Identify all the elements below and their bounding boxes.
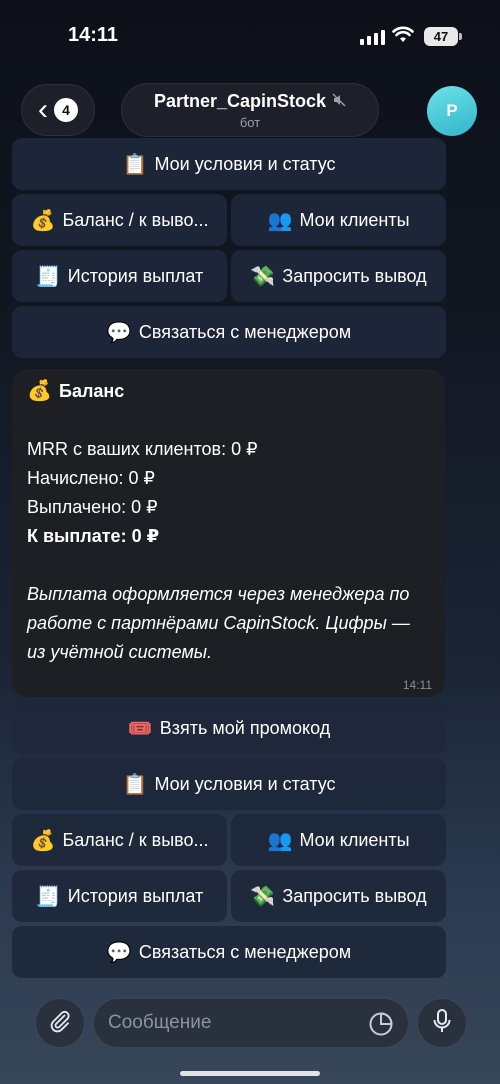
- inline-keyboard-top: 📋 Мои условия и статус 💰 Баланс / к выво…: [12, 138, 446, 362]
- money-wings-icon: 💸: [250, 885, 276, 908]
- users-icon: 👥: [267, 829, 293, 852]
- sticker-icon[interactable]: [368, 1011, 394, 1042]
- receipt-icon: 🧾: [35, 885, 61, 908]
- withdraw-label: Запросить вывод: [282, 265, 427, 286]
- status-bar: 14:11 47: [0, 0, 500, 72]
- paid-line: Выплачено: 0 ₽: [27, 497, 158, 517]
- microphone-icon: [431, 1008, 453, 1039]
- accrued-line: Начислено: 0 ₽: [27, 468, 155, 488]
- attach-button[interactable]: [35, 998, 85, 1048]
- message-input-pill: [93, 998, 409, 1048]
- contact-label: Связаться с менеджером: [138, 941, 352, 962]
- money-wings-icon: 💸: [250, 265, 276, 288]
- chevron-left-icon: ‹: [38, 93, 48, 126]
- contact-manager-button[interactable]: 💬 Связаться с менеджером: [12, 306, 446, 358]
- clients-label: Мои клиенты: [299, 829, 410, 850]
- history-button[interactable]: 🧾 История выплат: [12, 250, 227, 302]
- conditions-button[interactable]: 📋 Мои условия и статус: [12, 758, 446, 810]
- conditions-button[interactable]: 📋 Мои условия и статус: [12, 138, 446, 190]
- inline-keyboard-bottom: 🎟️ Взять мой промокод 📋 Мои условия и ст…: [12, 702, 446, 982]
- back-button[interactable]: ‹ 4: [21, 84, 95, 136]
- balance-button[interactable]: 💰 Баланс / к выво...: [12, 194, 227, 246]
- balance-label: Баланс / к выво...: [62, 829, 209, 850]
- money-bag-icon: 💰: [30, 209, 56, 232]
- ticket-icon: 🎟️: [127, 717, 153, 740]
- to-pay-line: К выплате: 0 ₽: [27, 526, 160, 546]
- chat-subtitle: бот: [239, 115, 261, 130]
- clients-button[interactable]: 👥 Мои клиенты: [231, 194, 446, 246]
- history-label: История выплат: [67, 885, 204, 906]
- cellular-signal-icon: [360, 30, 385, 45]
- conditions-label: Мои условия и статус: [154, 773, 336, 794]
- home-indicator: [180, 1071, 320, 1076]
- unread-count-badge: 4: [54, 98, 78, 122]
- speech-bubble-icon: 💬: [106, 321, 132, 344]
- balance-label: Баланс / к выво...: [62, 209, 209, 230]
- receipt-icon: 🧾: [35, 265, 61, 288]
- withdraw-button[interactable]: 💸 Запросить вывод: [231, 250, 446, 302]
- chat-header: ‹ 4 Partner_CapinStock бот P: [0, 80, 500, 140]
- promo-label: Взять мой промокод: [159, 717, 331, 738]
- battery-icon: 47: [424, 27, 462, 46]
- contact-manager-button[interactable]: 💬 Связаться с менеджером: [12, 926, 446, 978]
- balance-message: 💰 Баланс MRR с ваших клиентов: 0 ₽ Начис…: [12, 369, 445, 697]
- history-button[interactable]: 🧾 История выплат: [12, 870, 227, 922]
- contact-label: Связаться с менеджером: [138, 321, 352, 342]
- chat-title-pill[interactable]: Partner_CapinStock бот: [121, 83, 379, 137]
- clients-label: Мои клиенты: [299, 209, 410, 230]
- promo-code-button[interactable]: 🎟️ Взять мой промокод: [12, 702, 446, 754]
- users-icon: 👥: [267, 209, 293, 232]
- payout-note: Выплата оформляется через менеджера по р…: [27, 584, 410, 662]
- muted-icon: [332, 93, 346, 110]
- chat-title: Partner_CapinStock: [153, 91, 327, 111]
- history-label: История выплат: [67, 265, 204, 286]
- withdraw-button[interactable]: 💸 Запросить вывод: [231, 870, 446, 922]
- wifi-icon: [392, 26, 414, 49]
- clipboard-icon: 📋: [122, 153, 148, 176]
- status-time: 14:11: [68, 24, 119, 46]
- withdraw-label: Запросить вывод: [282, 885, 427, 906]
- balance-button[interactable]: 💰 Баланс / к выво...: [12, 814, 227, 866]
- clients-button[interactable]: 👥 Мои клиенты: [231, 814, 446, 866]
- message-time: 14:11: [402, 678, 432, 692]
- conditions-label: Мои условия и статус: [154, 153, 336, 174]
- clipboard-icon: 📋: [122, 773, 148, 796]
- message-title: Баланс: [59, 381, 125, 401]
- money-bag-icon: 💰: [27, 380, 52, 402]
- message-input[interactable]: [108, 999, 358, 1047]
- money-bag-icon: 💰: [30, 829, 56, 852]
- avatar[interactable]: P: [427, 86, 477, 136]
- microphone-button[interactable]: [417, 998, 467, 1048]
- mrr-line: MRR с ваших клиентов: 0 ₽: [27, 439, 258, 459]
- paperclip-icon: [48, 1009, 72, 1038]
- speech-bubble-icon: 💬: [106, 941, 132, 964]
- message-composer: [0, 996, 500, 1056]
